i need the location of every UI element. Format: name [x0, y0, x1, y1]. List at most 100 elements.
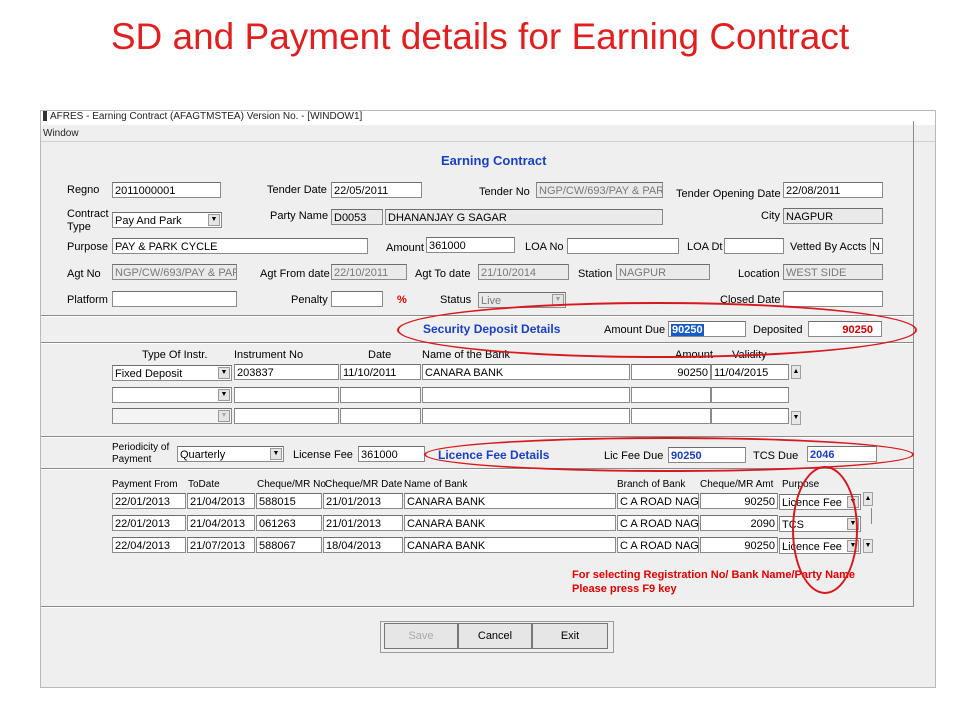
- pay-bank[interactable]: CANARA BANK: [404, 537, 616, 553]
- sd-date[interactable]: 11/10/2011: [340, 364, 421, 380]
- pay-to[interactable]: 21/04/2013: [187, 493, 255, 509]
- penalty-field[interactable]: [331, 291, 383, 307]
- chevron-down-icon[interactable]: ▼: [218, 410, 230, 422]
- sd-row-type-select[interactable]: ▼: [112, 408, 232, 424]
- pay-cheque-no[interactable]: 588015: [256, 493, 322, 509]
- col-date: Date: [368, 349, 392, 361]
- location-field[interactable]: WEST SIDE: [783, 264, 883, 280]
- sd-row-type-select[interactable]: Fixed Deposit ▼: [112, 365, 232, 381]
- sd-instrument-no[interactable]: [234, 408, 339, 424]
- station-label: Station: [578, 268, 613, 280]
- sd-amount[interactable]: [631, 408, 711, 424]
- sd-amount[interactable]: [631, 387, 711, 403]
- sd-validity[interactable]: 11/04/2015: [711, 364, 789, 380]
- chevron-down-icon[interactable]: ▼: [270, 448, 282, 460]
- col-cheque-amt: Cheque/MR Amt: [700, 479, 774, 490]
- col-payment-from: Payment From: [112, 479, 178, 490]
- city-field[interactable]: NAGPUR: [783, 208, 883, 224]
- save-button[interactable]: Save: [384, 623, 458, 649]
- vetted-field[interactable]: N: [870, 238, 883, 254]
- pay-cheque-date[interactable]: 21/01/2013: [323, 515, 403, 531]
- form-title: Earning Contract: [441, 153, 547, 168]
- tender-no-field[interactable]: NGP/CW/693/PAY & PAR: [536, 182, 663, 198]
- window-title: AFRES - Earning Contract (AFAGTMSTEA) Ve…: [50, 111, 363, 122]
- agt-from-field[interactable]: 22/10/2011: [331, 264, 407, 280]
- sd-bank[interactable]: CANARA BANK: [422, 364, 630, 380]
- pay-from[interactable]: 22/04/2013: [112, 537, 186, 553]
- pay-branch[interactable]: C A ROAD NAGF: [617, 537, 699, 553]
- location-label: Location: [738, 268, 780, 280]
- pay-cheque-date[interactable]: 21/01/2013: [323, 493, 403, 509]
- divider: [41, 606, 913, 608]
- pay-cheque-date[interactable]: 18/04/2013: [323, 537, 403, 553]
- exit-button[interactable]: Exit: [532, 623, 608, 649]
- sd-validity[interactable]: [711, 408, 789, 424]
- sd-instrument-no[interactable]: [234, 387, 339, 403]
- closed-date-field[interactable]: [783, 291, 883, 307]
- contract-type-select[interactable]: Pay And Park ▼: [112, 212, 222, 228]
- sd-row-type-select[interactable]: ▼: [112, 387, 232, 403]
- pay-bank[interactable]: CANARA BANK: [404, 515, 616, 531]
- regno-field[interactable]: 2011000001: [112, 182, 221, 198]
- col-branch: Branch of Bank: [617, 479, 686, 490]
- sd-date[interactable]: [340, 408, 421, 424]
- pay-branch[interactable]: C A ROAD NAGF: [617, 493, 699, 509]
- scroll-down-icon[interactable]: ▼: [791, 411, 801, 425]
- annotation-ellipse-licence-fee: [424, 437, 914, 472]
- tender-date-field[interactable]: 22/05/2011: [331, 182, 422, 198]
- col-cheque-no: Cheque/MR No: [257, 479, 326, 490]
- chevron-down-icon[interactable]: ▼: [208, 214, 220, 226]
- loa-no-field[interactable]: [567, 238, 679, 254]
- scroll-up-icon[interactable]: ▲: [791, 365, 801, 379]
- col-to-date: ToDate: [188, 479, 220, 490]
- sd-date[interactable]: [340, 387, 421, 403]
- tender-opening-date-field[interactable]: 22/08/2011: [783, 182, 883, 198]
- agt-to-label: Agt To date: [415, 268, 471, 280]
- license-fee-field[interactable]: 361000: [358, 446, 425, 462]
- amount-field[interactable]: 361000: [426, 237, 515, 253]
- status-value: Live: [481, 295, 502, 307]
- chevron-down-icon[interactable]: ▼: [218, 367, 230, 379]
- party-code-field[interactable]: D0053: [331, 209, 383, 225]
- periodicity-select[interactable]: Quarterly ▼: [177, 446, 284, 462]
- scroll-down-icon[interactable]: ▼: [863, 539, 873, 553]
- pay-amount[interactable]: 90250: [700, 537, 778, 553]
- pay-cheque-no[interactable]: 061263: [256, 515, 322, 531]
- regno-label: Regno: [67, 184, 100, 196]
- pay-to[interactable]: 21/07/2013: [187, 537, 255, 553]
- chevron-down-icon[interactable]: ▼: [218, 389, 230, 401]
- contract-type-label: Contract Type: [67, 208, 109, 234]
- col-instrument-no: Instrument No: [234, 349, 304, 361]
- sd-validity[interactable]: [711, 387, 789, 403]
- sd-bank[interactable]: [422, 387, 630, 403]
- pay-from[interactable]: 22/01/2013: [112, 515, 186, 531]
- slide-title: SD and Payment details for Earning Contr…: [110, 16, 850, 57]
- pay-to[interactable]: 21/04/2013: [187, 515, 255, 531]
- sd-bank[interactable]: [422, 408, 630, 424]
- party-name-field[interactable]: DHANANJAY G SAGAR: [385, 209, 663, 225]
- pay-branch[interactable]: C A ROAD NAGF: [617, 515, 699, 531]
- col-bank-name: Name of Bank: [404, 479, 468, 490]
- pay-bank[interactable]: CANARA BANK: [404, 493, 616, 509]
- cancel-button[interactable]: Cancel: [458, 623, 532, 649]
- sd-amount[interactable]: 90250: [631, 364, 711, 380]
- platform-field[interactable]: [112, 291, 237, 307]
- pay-cheque-no[interactable]: 588067: [256, 537, 322, 553]
- tender-no-label: Tender No: [479, 186, 530, 198]
- agt-no-field[interactable]: NGP/CW/693/PAY & PAR: [112, 264, 237, 280]
- loa-dt-field[interactable]: [724, 238, 784, 254]
- scrollbar-track[interactable]: [863, 508, 872, 524]
- pay-amount[interactable]: 90250: [700, 493, 778, 509]
- status-label: Status: [440, 294, 472, 306]
- purpose-field[interactable]: PAY & PARK CYCLE: [112, 238, 368, 254]
- window-titlebar: AFRES - Earning Contract (AFAGTMSTEA) Ve…: [41, 111, 935, 125]
- menu-window[interactable]: Window: [43, 128, 79, 139]
- sd-instrument-no[interactable]: 203837: [234, 364, 339, 380]
- pay-amount[interactable]: 2090: [700, 515, 778, 531]
- pay-from[interactable]: 22/01/2013: [112, 493, 186, 509]
- scroll-up-icon[interactable]: ▲: [863, 492, 873, 506]
- station-field[interactable]: NAGPUR: [616, 264, 710, 280]
- platform-label: Platform: [67, 294, 108, 306]
- agt-to-field[interactable]: 21/10/2014: [478, 264, 569, 280]
- agt-from-label: Agt From date: [260, 268, 330, 280]
